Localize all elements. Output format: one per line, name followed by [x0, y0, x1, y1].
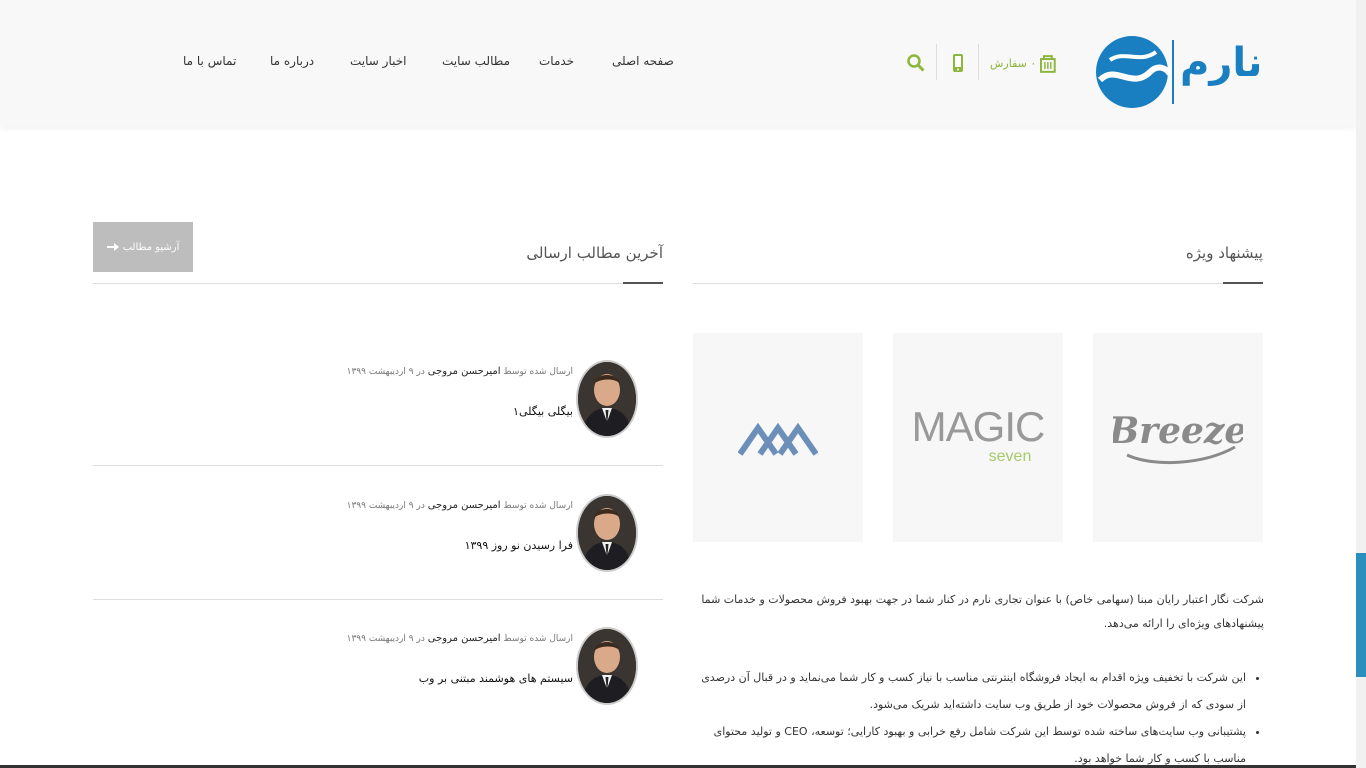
avatar-photo: [578, 362, 636, 436]
post-meta: ارسال شده توسط امیرحسن مروجی در ۹ اردیبه…: [347, 633, 573, 644]
main-nav: صفحه اصلی خدمات مطالب سایت اخبار سایت در…: [0, 54, 1356, 74]
list-item: این شرکت با تخفیف ویژه اقدام به ایجاد فر…: [693, 664, 1246, 718]
special-offer-list: این شرکت با تخفیف ویژه اقدام به ایجاد فر…: [693, 664, 1264, 768]
post-author[interactable]: امیرحسن مروجی: [428, 366, 501, 377]
nav-item-home[interactable]: صفحه اصلی: [612, 54, 674, 68]
section-divider: [93, 283, 663, 284]
author-avatar: [576, 627, 638, 705]
nav-item-news[interactable]: اخبار سایت: [350, 54, 406, 68]
post-divider: [93, 599, 663, 600]
post-meta: ارسال شده توسط امیرحسن مروجی در ۹ اردیبه…: [347, 500, 573, 511]
special-offer-intro: شرکت نگار اعتبار رایان مبنا (سهامی خاص) …: [701, 593, 1264, 630]
breeze-logo: Breeze: [1113, 410, 1243, 464]
brand-card-breeze[interactable]: Breeze: [1093, 333, 1263, 542]
post-item: ارسال شده توسط امیرحسن مروجی در ۹ اردیبه…: [93, 468, 663, 600]
latest-posts-title: آخرین مطالب ارسالی: [526, 244, 663, 262]
nav-item-articles[interactable]: مطالب سایت: [442, 54, 510, 68]
site-header: نارم ۰ سفارش صفحه اصلی خدمات مطالب سایت …: [0, 0, 1356, 126]
sent-by-label: ارسال شده توسط: [503, 501, 573, 511]
seven-logo-text: seven: [989, 448, 1032, 465]
post-title[interactable]: بیگلی بیگلی۱: [513, 405, 573, 418]
nav-item-services[interactable]: خدمات: [539, 54, 574, 68]
author-avatar: [576, 360, 638, 438]
post-divider: [93, 465, 663, 466]
magic-seven-logo: MAGIC seven: [912, 403, 1046, 465]
section-accent: [623, 282, 663, 284]
author-avatar: [576, 494, 638, 572]
brand-card-mountain[interactable]: [693, 333, 863, 542]
nav-item-contact[interactable]: تماس با ما: [183, 54, 236, 68]
special-offer-title: پیشنهاد ویژه: [1185, 244, 1263, 262]
post-date: ۹ اردیبهشت ۱۳۹۹: [346, 501, 414, 511]
post-title[interactable]: سیستم های هوشمند مبتنی بر وب: [419, 672, 573, 685]
magic-logo-text: MAGIC: [912, 403, 1045, 450]
avatar-photo: [578, 496, 636, 570]
sent-by-label: ارسال شده توسط: [503, 367, 573, 377]
in-label: در: [416, 367, 425, 377]
post-author[interactable]: امیرحسن مروجی: [428, 500, 501, 511]
avatar-photo: [578, 629, 636, 703]
post-item: ارسال شده توسط امیرحسن مروجی در ۹ اردیبه…: [93, 334, 663, 466]
post-author[interactable]: امیرحسن مروجی: [428, 633, 501, 644]
post-date: ۹ اردیبهشت ۱۳۹۹: [346, 367, 414, 377]
post-date: ۹ اردیبهشت ۱۳۹۹: [346, 634, 414, 644]
page-scrollbar-thumb[interactable]: [1356, 553, 1366, 677]
sent-by-label: ارسال شده توسط: [503, 634, 573, 644]
archive-button[interactable]: آرشیو مطالب: [93, 222, 193, 272]
post-title[interactable]: فرا رسیدن نو روز ۱۳۹۹: [465, 539, 573, 552]
brand-card-magic-seven[interactable]: MAGIC seven: [893, 333, 1063, 542]
post-item: ارسال شده توسط امیرحسن مروجی در ۹ اردیبه…: [93, 601, 663, 733]
in-label: در: [416, 634, 425, 644]
breeze-logo-text: Breeze: [1113, 410, 1243, 452]
section-divider: [693, 283, 1263, 284]
in-label: در: [416, 501, 425, 511]
mountain-logo-icon: [738, 422, 818, 456]
list-item: پشتیبانی وب سایت‌های ساخته شده توسط این …: [693, 718, 1246, 768]
arrow-right-icon: [106, 243, 119, 251]
nav-item-about[interactable]: درباره ما: [270, 54, 314, 68]
post-meta: ارسال شده توسط امیرحسن مروجی در ۹ اردیبه…: [347, 366, 573, 377]
section-accent: [1223, 282, 1263, 284]
archive-button-label: آرشیو مطالب: [122, 241, 180, 253]
